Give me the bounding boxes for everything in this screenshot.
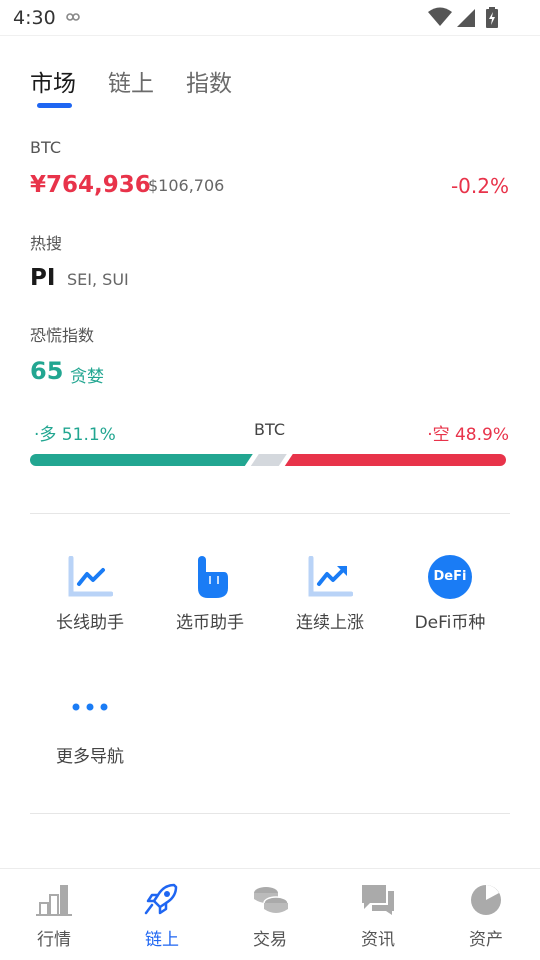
long-short-ratio-bar[interactable]: [30, 454, 506, 466]
bottom-nav-onchain[interactable]: 链上: [108, 869, 216, 960]
nav-coin-picker[interactable]: 选币助手: [150, 552, 270, 633]
tab-market[interactable]: 市场: [30, 64, 76, 98]
nav-long-term-label: 长线助手: [56, 613, 124, 633]
nav-continuous-rise[interactable]: 连续上涨: [270, 552, 390, 633]
pointing-hand-icon: [198, 556, 228, 598]
short-ratio-segment: [284, 454, 506, 466]
wifi-icon: [428, 7, 452, 26]
pie-chart-icon: [471, 885, 501, 915]
nav-defi-coins[interactable]: DeFi DeFi币种: [390, 552, 510, 633]
tab-onchain[interactable]: 链上: [108, 64, 154, 98]
rocket-icon: [144, 883, 178, 915]
hot-search-label: 热搜: [30, 234, 63, 253]
fear-index-label: 恐慌指数: [30, 326, 95, 345]
trend-up-chart-icon: [308, 556, 353, 597]
bottom-nav-market-label: 行情: [37, 930, 71, 950]
coins-icon: [254, 887, 289, 913]
nav-long-term-assistant[interactable]: 长线助手: [30, 552, 150, 633]
battery-charging-icon: [486, 7, 498, 28]
btc-price-usd: $106,706: [148, 176, 225, 195]
section-divider: [30, 813, 510, 814]
hot-search-top[interactable]: PI: [30, 265, 55, 291]
defi-icon: DeFi: [428, 555, 472, 599]
long-short-asset: BTC: [254, 420, 285, 439]
nav-continuous-rise-label: 连续上涨: [296, 613, 364, 633]
bottom-nav-market[interactable]: 行情: [0, 869, 108, 960]
ratio-gap-segment: [250, 454, 287, 466]
active-tab-indicator: [37, 103, 72, 108]
long-term-chart-icon: [68, 556, 113, 597]
bottom-nav-trade-label: 交易: [253, 930, 287, 950]
tab-index[interactable]: 指数: [186, 64, 232, 98]
vpn-key-icon: [66, 13, 80, 21]
signal-icon: [457, 9, 475, 27]
bottom-nav-assets-label: 资产: [469, 930, 503, 950]
nav-defi-label: DeFi币种: [414, 613, 486, 633]
bar-chart-icon: [36, 885, 72, 916]
nav-more-label: 更多导航: [56, 747, 124, 767]
section-divider: [30, 513, 510, 514]
btc-price-cny[interactable]: ¥764,936: [30, 172, 151, 198]
bottom-nav-news-label: 资讯: [361, 930, 395, 950]
bottom-nav-news[interactable]: 资讯: [324, 869, 432, 960]
btc-change: -0.2%: [450, 174, 509, 198]
bottom-nav: 行情 链上 交易 资讯 资产: [0, 868, 540, 960]
bottom-nav-trade[interactable]: 交易: [216, 869, 324, 960]
bottom-nav-assets[interactable]: 资产: [432, 869, 540, 960]
hot-search-others[interactable]: SEI, SUI: [67, 270, 129, 289]
nav-more[interactable]: 更多导航: [30, 682, 150, 767]
bottom-nav-onchain-label: 链上: [145, 930, 179, 950]
chat-bubbles-icon: [362, 885, 394, 915]
btc-label: BTC: [30, 138, 61, 157]
fear-index-value[interactable]: 65: [30, 357, 63, 385]
status-time: 4:30: [13, 7, 56, 29]
short-ratio-label: ·空 48.9%: [427, 425, 509, 445]
nav-coin-picker-label: 选币助手: [176, 613, 244, 633]
fear-index-sentiment: 贪婪: [70, 367, 104, 387]
long-ratio-label: ·多 51.1%: [34, 425, 116, 445]
long-ratio-segment: [30, 454, 253, 466]
status-bar: 4:30: [0, 0, 540, 36]
more-dots-icon: [72, 703, 108, 711]
